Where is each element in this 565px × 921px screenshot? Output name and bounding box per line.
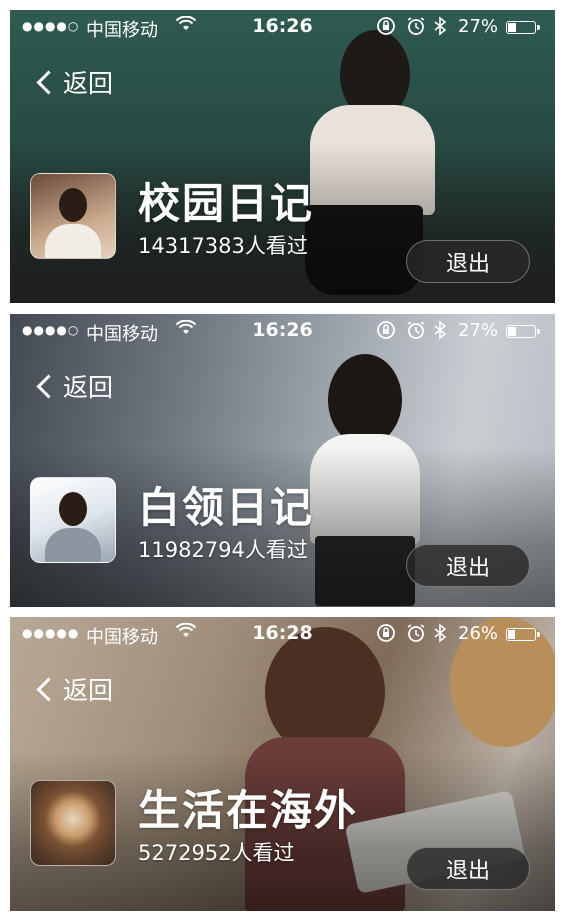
back-button[interactable]: 返回 (34, 673, 113, 705)
avatar-figure (59, 188, 87, 222)
exit-button[interactable]: 退出 (406, 240, 530, 283)
view-count: 11982794人看过 (138, 538, 308, 562)
alarm-icon (406, 320, 426, 345)
back-button[interactable]: 返回 (34, 370, 113, 402)
chevron-left-icon (36, 373, 61, 399)
back-label: 返回 (63, 373, 114, 402)
avatar (30, 477, 116, 563)
bluetooth-icon (433, 320, 447, 345)
bluetooth-icon (433, 16, 447, 41)
story-header-office: ●●●●○ 中国移动 16:26 27% 返回 白领日记 11982794人看过… (10, 314, 555, 607)
view-count: 14317383人看过 (138, 234, 308, 258)
chevron-left-icon (36, 69, 61, 95)
story-header-overseas: ●●●●● 中国移动 16:28 26% 返回 生活在海外 5272952人看过… (10, 617, 555, 911)
alarm-icon (406, 16, 426, 41)
orientation-lock-icon (376, 16, 396, 41)
back-label: 返回 (63, 676, 114, 705)
avatar-figure (59, 492, 87, 526)
view-count: 5272952人看过 (138, 841, 295, 865)
avatar-figure (45, 528, 101, 562)
avatar (30, 780, 116, 866)
status-bar: ●●●●○ 中国移动 16:26 27% (10, 10, 555, 44)
alarm-icon (406, 623, 426, 648)
exit-button[interactable]: 退出 (406, 544, 530, 587)
orientation-lock-icon (376, 320, 396, 345)
battery-icon (506, 21, 540, 34)
back-label: 返回 (63, 69, 114, 98)
figure-decoration (328, 354, 402, 446)
battery-percent: 27% (458, 16, 499, 37)
status-bar: ●●●●○ 中国移动 16:26 27% (10, 314, 555, 348)
status-bar: ●●●●● 中国移动 16:28 26% (10, 617, 555, 651)
page-title: 生活在海外 (138, 786, 359, 835)
battery-percent: 27% (458, 320, 499, 341)
battery-icon (506, 628, 540, 641)
battery-icon (506, 325, 540, 338)
orientation-lock-icon (376, 623, 396, 648)
page-title: 校园日记 (138, 179, 315, 228)
exit-button[interactable]: 退出 (406, 847, 530, 890)
avatar (30, 173, 116, 259)
back-button[interactable]: 返回 (34, 66, 113, 98)
battery-percent: 26% (458, 623, 499, 644)
story-header-campus: ●●●●○ 中国移动 16:26 27% 返回 校园日记 14317383人看过… (10, 10, 555, 303)
chevron-left-icon (36, 676, 61, 702)
bluetooth-icon (433, 623, 447, 648)
avatar-figure (45, 224, 101, 258)
page-title: 白领日记 (138, 483, 315, 532)
